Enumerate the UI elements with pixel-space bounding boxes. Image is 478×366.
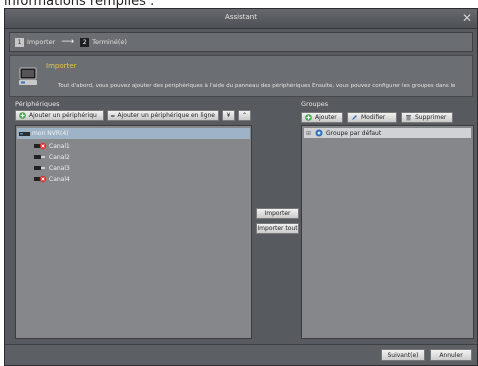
footer-bar: Suivant(e) Annuler [5, 344, 477, 365]
import-device-icon [19, 67, 37, 85]
next-label: Suivant(e) [387, 351, 419, 359]
add-group-button[interactable]: Ajouter [301, 112, 343, 123]
delete-group-button[interactable]: Supprimer [401, 112, 453, 123]
add-group-label: Ajouter [315, 114, 337, 121]
cancel-button[interactable]: Annuler [430, 349, 472, 361]
step-1-number: 1 [15, 37, 24, 47]
close-icon[interactable]: ✕ [462, 10, 472, 26]
step-indicator: 1 Importer ⟶ 2 Terminé(e) [9, 32, 473, 52]
edit-icon [352, 115, 357, 120]
tree-row-channel-4[interactable]: Canal4 [34, 174, 70, 184]
collapse-all-icon: ⌃ [241, 112, 248, 119]
step-2-label: Terminé(e) [92, 38, 127, 46]
arrow-icon: ⟶ [61, 37, 75, 47]
add-icon [305, 114, 312, 121]
channel-2-label: Canal2 [49, 153, 70, 161]
group-icon [315, 129, 323, 137]
import-all-button[interactable]: Importer tout [256, 223, 299, 234]
camera-icon [34, 155, 45, 159]
add-online-device-label: Ajouter un périphérique en ligne [117, 112, 216, 119]
expand-all-icon: ¥ [226, 112, 231, 119]
tree-row-channel-1[interactable]: Canal1 [34, 141, 70, 151]
info-banner: Importer Tout d'abord, vous pouvez ajout… [9, 55, 473, 97]
tree-row-channel-3[interactable]: Canal3 [34, 163, 70, 173]
camera-offline-icon [34, 175, 47, 183]
title-bar: Assistant ✕ [5, 9, 477, 29]
modify-group-button[interactable]: Modifier [347, 112, 397, 123]
nvr-label: mon NVR(4) [32, 130, 69, 137]
window-title: Assistant [225, 13, 257, 21]
device-tree-panel: mon NVR(4) Canal1 Canal2 Canal3 Canal4 [15, 125, 252, 339]
collapse-all-button[interactable]: ⌃ [238, 110, 251, 121]
default-group-label: Groupe par défaut [326, 129, 382, 137]
import-all-label: Importer tout [257, 225, 298, 232]
expand-all-button[interactable]: ¥ [222, 110, 235, 121]
step-2-number: 2 [80, 37, 90, 47]
modify-group-label: Modifier [361, 114, 386, 121]
expand-group-icon[interactable]: ⊞ [306, 130, 311, 137]
assistant-window: Assistant ✕ 1 Importer ⟶ 2 Terminé(e) Im… [4, 8, 478, 366]
devices-section-label: Périphériques [15, 100, 60, 108]
tree-row-nvr[interactable]: mon NVR(4) [17, 128, 250, 139]
add-device-label: Ajouter un périphériqu [29, 112, 97, 119]
import-label: Importer [264, 210, 291, 217]
tree-row-channel-2[interactable]: Canal2 [34, 152, 70, 162]
tree-row-default-group[interactable]: ⊞ Groupe par défaut [304, 128, 471, 138]
delete-group-label: Supprimer [415, 114, 447, 121]
cancel-label: Annuler [439, 351, 463, 359]
banner-title: Importer [46, 62, 77, 70]
step-1-label: Importer [27, 38, 56, 46]
channel-3-label: Canal3 [49, 164, 70, 172]
nvr-icon [19, 131, 30, 136]
add-online-device-button[interactable]: Ajouter un périphérique en ligne [107, 110, 219, 121]
banner-description: Tout d'abord, vous pouvez ajouter des pé… [58, 83, 456, 89]
import-button[interactable]: Importer [256, 208, 299, 219]
online-device-icon [111, 114, 115, 117]
camera-offline-icon [34, 142, 47, 150]
add-icon [19, 112, 26, 119]
channel-4-label: Canal4 [49, 175, 70, 183]
channel-1-label: Canal1 [49, 142, 70, 150]
group-tree-panel: ⊞ Groupe par défaut [301, 125, 474, 339]
next-button[interactable]: Suivant(e) [381, 349, 425, 361]
delete-icon [406, 115, 411, 121]
camera-icon [34, 166, 45, 170]
add-device-button[interactable]: Ajouter un périphériqu [15, 110, 104, 121]
groups-section-label: Groupes [301, 100, 329, 108]
